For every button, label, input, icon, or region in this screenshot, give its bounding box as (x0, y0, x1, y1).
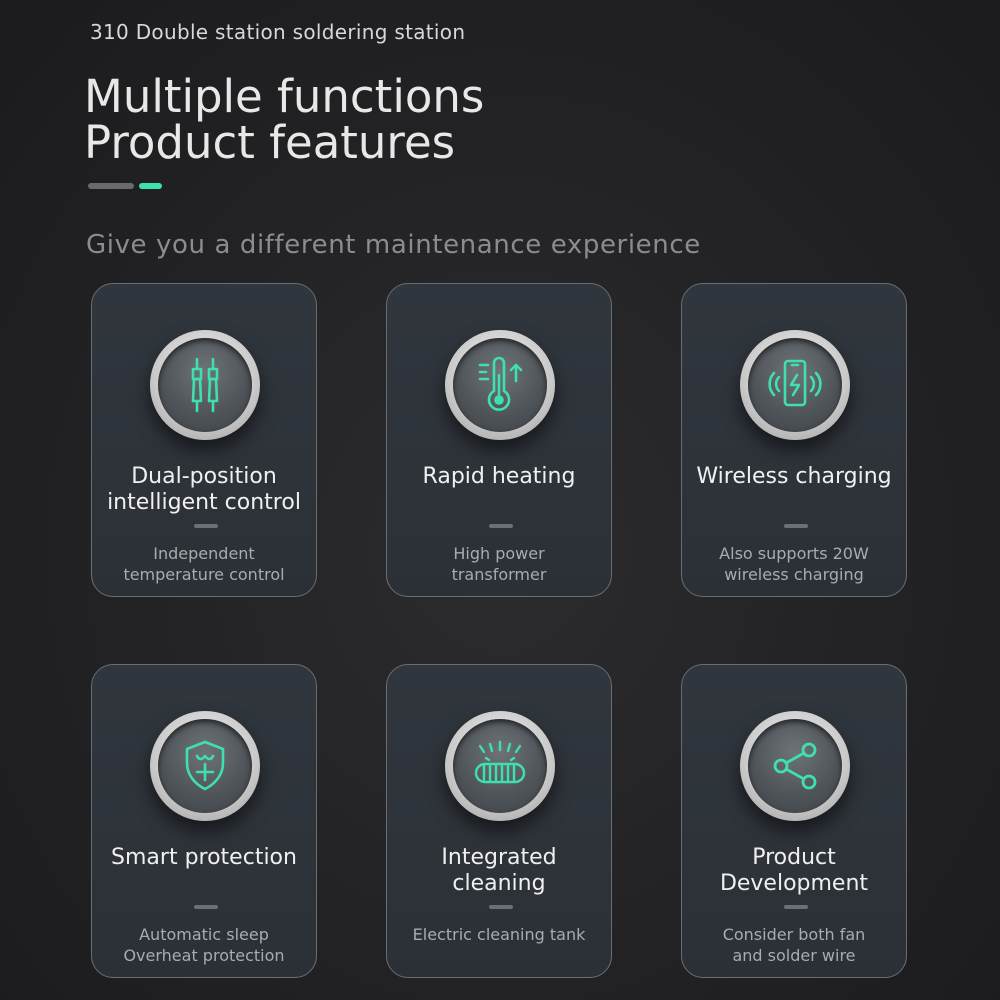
feature-medal (150, 330, 260, 440)
feature-card-dual-position: Dual-position intelligent control Indepe… (91, 283, 317, 597)
card-divider (489, 524, 513, 528)
accent-bar-gray (88, 183, 134, 189)
page-title: Multiple functions Product features (84, 74, 484, 166)
feature-card-product-development: Product Development Consider both fan an… (681, 664, 907, 978)
feature-card-smart-protection: Smart protection Automatic sleep Overhea… (91, 664, 317, 978)
feature-description: Also supports 20W wireless charging (719, 544, 869, 584)
feature-description: Independent temperature control (123, 544, 285, 584)
card-divider (194, 524, 218, 528)
tagline: Give you a different maintenance experie… (86, 230, 701, 260)
soldering-irons-icon (191, 357, 219, 413)
feature-medal (150, 711, 260, 821)
feature-card-rapid-heating: Rapid heating High power transformer (386, 283, 612, 597)
product-line-label: 310 Double station soldering station (90, 20, 466, 44)
cleaning-brush-icon (474, 740, 526, 784)
feature-medal (445, 330, 555, 440)
feature-title: Rapid heating (422, 464, 576, 489)
feature-card-integrated-cleaning: Integrated cleaning Electric cleaning ta… (386, 664, 612, 978)
feature-medal (740, 711, 850, 821)
feature-medal (740, 330, 850, 440)
thermometer-icon (478, 356, 523, 411)
feature-title: Product Development (719, 845, 869, 896)
page-title-line1: Multiple functions (84, 70, 485, 123)
wireless-charging-icon (768, 359, 822, 407)
card-divider (784, 905, 808, 909)
feature-description: Electric cleaning tank (412, 925, 586, 944)
card-divider (489, 905, 513, 909)
feature-medal (445, 711, 555, 821)
card-divider (784, 524, 808, 528)
accent-bar-green (139, 183, 162, 189)
card-divider (194, 905, 218, 909)
feature-description: Consider both fan and solder wire (722, 925, 866, 965)
feature-card-wireless-charging: Wireless charging Also supports 20W wire… (681, 283, 907, 597)
feature-title: Smart protection (111, 845, 297, 870)
feature-title: Dual-position intelligent control (107, 464, 301, 515)
feature-description: High power transformer (451, 544, 547, 584)
feature-title: Wireless charging (696, 464, 892, 489)
shield-icon (185, 740, 225, 791)
share-icon (773, 742, 817, 790)
page-title-line2: Product features (84, 116, 456, 169)
feature-title: Integrated cleaning (441, 845, 557, 896)
feature-description: Automatic sleep Overheat protection (123, 925, 285, 965)
